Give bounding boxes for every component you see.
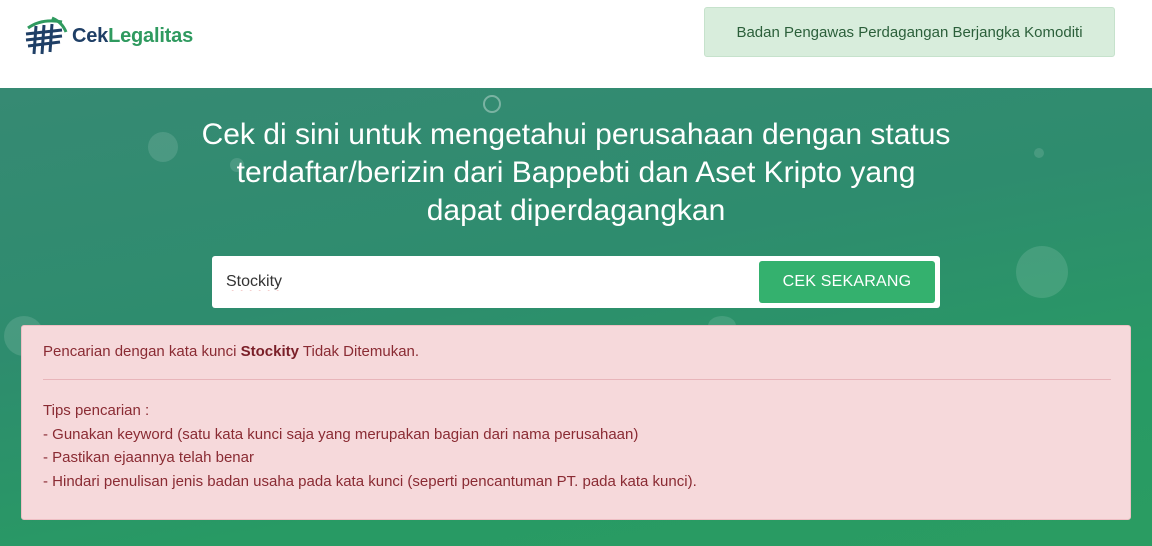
- decorative-bubble: [1034, 148, 1044, 158]
- page-headline: Cek di sini untuk mengetahui perusahaan …: [201, 118, 951, 227]
- hero-section: Cek di sini untuk mengetahui perusahaan …: [0, 88, 1152, 546]
- decorative-bubble: [483, 95, 501, 113]
- not-found-alert: Pencarian dengan kata kunci Stockity Tid…: [21, 325, 1131, 520]
- alert-message: Pencarian dengan kata kunci Stockity Tid…: [43, 343, 420, 360]
- search-bar: CEK SEKARANG: [212, 256, 940, 308]
- logo-icon: [25, 16, 68, 55]
- decorative-bubble: [1016, 246, 1068, 298]
- tip-item: - Pastikan ejaannya telah benar: [43, 449, 254, 466]
- tips-title: Tips pencarian :: [43, 402, 150, 419]
- alert-keyword: Stockity: [240, 343, 299, 360]
- top-bar: CekLegalitas Badan Pengawas Perdagangan …: [0, 0, 1152, 88]
- search-input[interactable]: [226, 268, 746, 296]
- tip-item: - Hindari penulisan jenis badan usaha pa…: [43, 472, 697, 490]
- decorative-bubble: [148, 132, 178, 162]
- tip-item: - Gunakan keyword (satu kata kunci saja …: [43, 425, 639, 443]
- logo-text: CekLegalitas: [72, 24, 193, 47]
- search-tips: Tips pencarian : - Gunakan keyword (satu…: [43, 399, 697, 493]
- agency-badge[interactable]: Badan Pengawas Perdagangan Berjangka Kom…: [704, 7, 1115, 57]
- agency-name: Badan Pengawas Perdagangan Berjangka Kom…: [736, 23, 1083, 41]
- logo[interactable]: CekLegalitas: [22, 16, 193, 56]
- alert-divider: [43, 379, 1111, 380]
- search-button[interactable]: CEK SEKARANG: [759, 261, 935, 303]
